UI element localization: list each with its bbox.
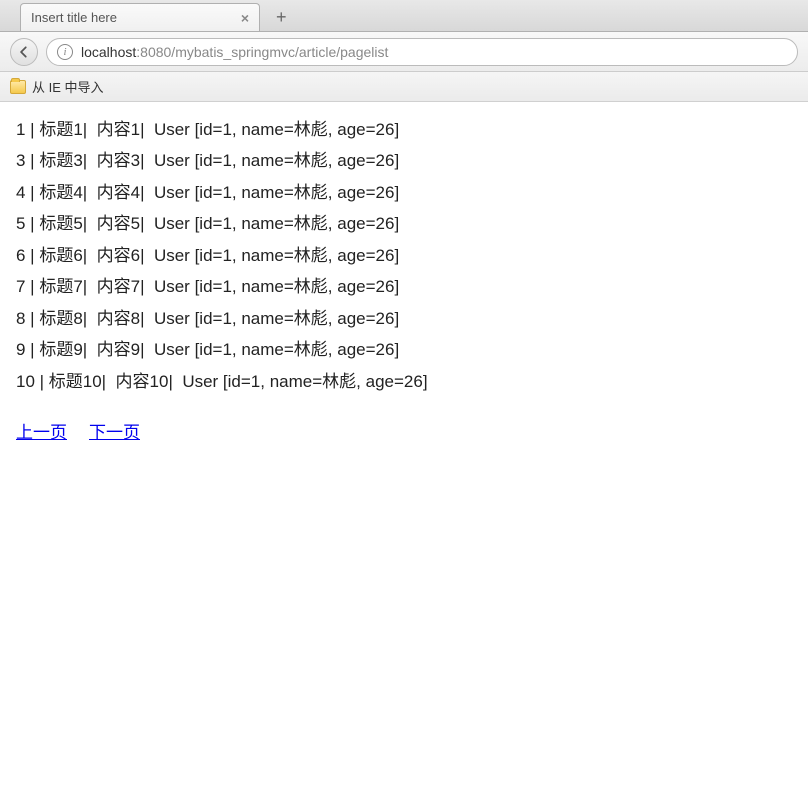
tab-bar: Insert title here × + xyxy=(0,0,808,32)
prev-page-link[interactable]: 上一页 xyxy=(16,417,67,448)
nav-bar: i localhost:8080/mybatis_springmvc/artic… xyxy=(0,32,808,72)
browser-tab[interactable]: Insert title here × xyxy=(20,3,260,31)
pagination: 上一页 下一页 xyxy=(16,417,792,448)
page-content: 1 | 标题1| 内容1| User [id=1, name=林彪, age=2… xyxy=(0,102,808,809)
back-button[interactable] xyxy=(10,38,38,66)
list-item: 3 | 标题3| 内容3| User [id=1, name=林彪, age=2… xyxy=(16,145,792,176)
list-item: 4 | 标题4| 内容4| User [id=1, name=林彪, age=2… xyxy=(16,177,792,208)
url-path: :8080/mybatis_springmvc/article/pagelist xyxy=(136,44,388,60)
list-item: 8 | 标题8| 内容8| User [id=1, name=林彪, age=2… xyxy=(16,303,792,334)
new-tab-button[interactable]: + xyxy=(268,3,295,31)
close-icon[interactable]: × xyxy=(241,10,249,26)
list-item: 1 | 标题1| 内容1| User [id=1, name=林彪, age=2… xyxy=(16,114,792,145)
browser-window: Insert title here × + i localhost:8080/m… xyxy=(0,0,808,809)
arrow-left-icon xyxy=(17,45,31,59)
list-item: 5 | 标题5| 内容5| User [id=1, name=林彪, age=2… xyxy=(16,208,792,239)
list-item: 9 | 标题9| 内容9| User [id=1, name=林彪, age=2… xyxy=(16,334,792,365)
list-item: 10 | 标题10| 内容10| User [id=1, name=林彪, ag… xyxy=(16,366,792,397)
bookmark-item[interactable]: 从 IE 中导入 xyxy=(32,77,104,96)
url-host: localhost xyxy=(81,44,136,60)
bookmarks-bar: 从 IE 中导入 xyxy=(0,72,808,102)
tab-title: Insert title here xyxy=(31,10,117,25)
folder-icon xyxy=(10,80,26,94)
list-item: 7 | 标题7| 内容7| User [id=1, name=林彪, age=2… xyxy=(16,271,792,302)
rows-container: 1 | 标题1| 内容1| User [id=1, name=林彪, age=2… xyxy=(16,114,792,397)
list-item: 6 | 标题6| 内容6| User [id=1, name=林彪, age=2… xyxy=(16,240,792,271)
url-text: localhost:8080/mybatis_springmvc/article… xyxy=(81,44,787,60)
next-page-link[interactable]: 下一页 xyxy=(89,417,140,448)
url-bar[interactable]: i localhost:8080/mybatis_springmvc/artic… xyxy=(46,38,798,66)
info-icon[interactable]: i xyxy=(57,44,73,60)
